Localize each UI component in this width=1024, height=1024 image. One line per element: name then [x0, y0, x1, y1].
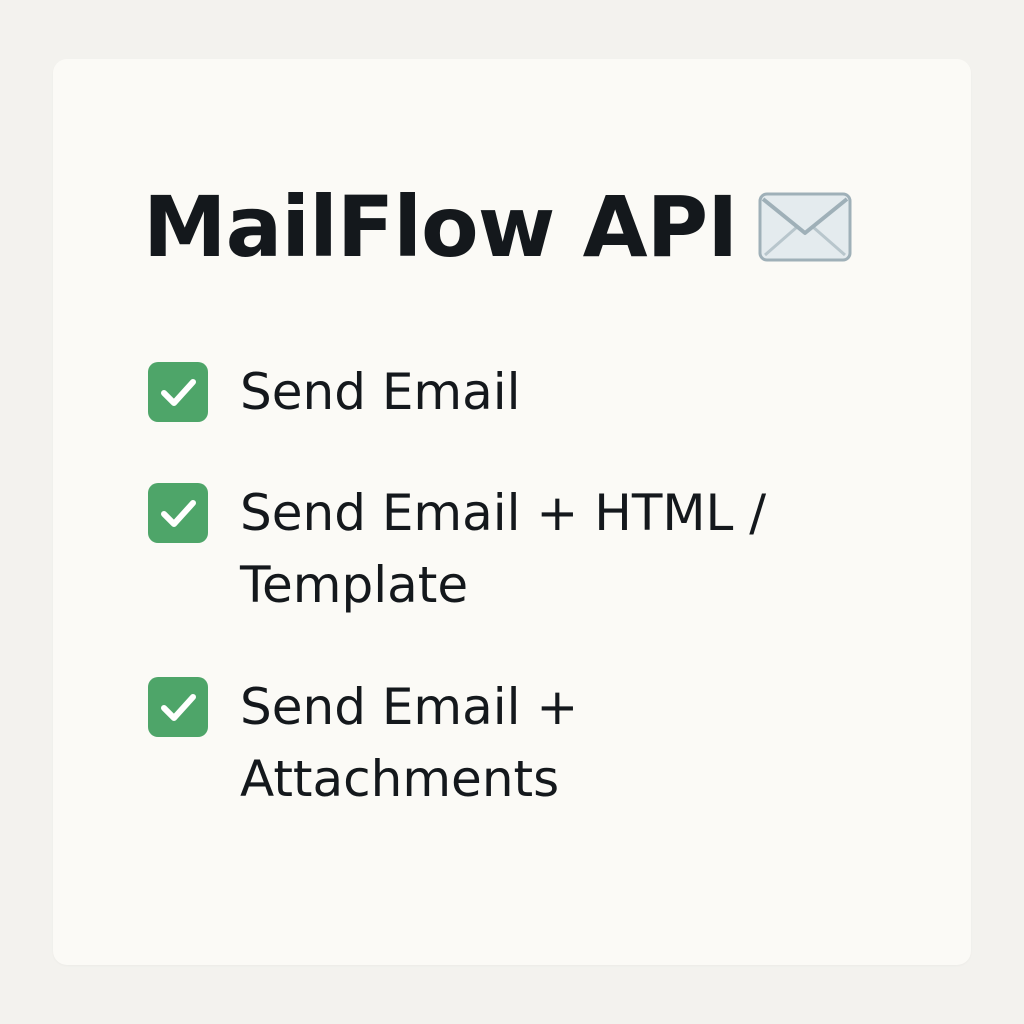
envelope-icon — [758, 192, 852, 262]
feature-label: Send Email — [240, 363, 521, 421]
checkmark-icon — [148, 483, 208, 543]
feature-card: MailFlow API Send Email Send Email + HTM… — [53, 59, 971, 965]
title-row: MailFlow API — [143, 157, 853, 297]
page-title: MailFlow API — [143, 178, 738, 276]
checkmark-icon — [148, 362, 208, 422]
feature-label: Send Email + HTML / Template — [240, 484, 767, 614]
checkmark-icon — [148, 677, 208, 737]
feature-label: Send Email + Attachments — [240, 678, 579, 808]
